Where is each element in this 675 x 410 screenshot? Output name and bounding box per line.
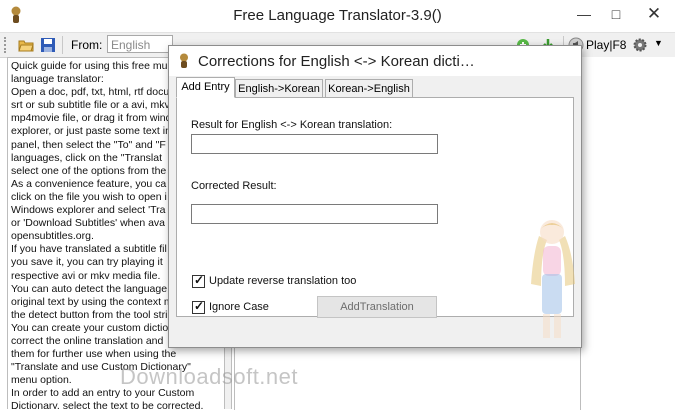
main-titlebar: Free Language Translator-3.9() — □ ✕	[0, 0, 675, 30]
dialog-title: Corrections for English <-> Korean dicti…	[198, 53, 475, 70]
tab-korean-english[interactable]: Korean->English	[325, 79, 413, 98]
save-icon[interactable]	[40, 37, 56, 53]
close-button[interactable]: ✕	[640, 4, 668, 24]
settings-dropdown-arrow[interactable]: ▼	[654, 38, 663, 48]
girl-illustration	[531, 220, 575, 338]
from-language-select[interactable]: English	[107, 35, 173, 53]
ignore-case-checkbox[interactable]: ✓	[192, 299, 205, 314]
open-folder-icon[interactable]	[18, 37, 34, 53]
update-reverse-label[interactable]: Update reverse translation too	[209, 275, 356, 287]
dialog-app-icon	[180, 53, 188, 68]
ignore-case-label[interactable]: Ignore Case	[209, 301, 269, 313]
watermark: Downloadsoft.net	[120, 364, 298, 389]
from-language-value: English	[111, 38, 151, 52]
maximize-button[interactable]: □	[602, 4, 630, 24]
tab-english-korean[interactable]: English->Korean	[235, 79, 323, 98]
checkmark-icon: ✓	[194, 299, 205, 313]
checkmark-icon: ✓	[194, 273, 205, 287]
corrected-result-label: Corrected Result:	[191, 180, 277, 192]
add-entry-tab-page: Result for English <-> Korean translatio…	[176, 97, 575, 338]
from-label: From:	[71, 38, 103, 52]
play-label[interactable]: Play|F8	[586, 38, 626, 52]
add-translation-button[interactable]: AddTranslation	[317, 296, 437, 318]
tab-add-entry[interactable]: Add Entry	[176, 77, 235, 98]
toolbar-grip	[4, 37, 8, 53]
result-textbox[interactable]	[191, 134, 438, 154]
corrected-result-textbox[interactable]	[191, 204, 438, 224]
minimize-button[interactable]: —	[570, 4, 598, 24]
corrections-dialog: Corrections for English <-> Korean dicti…	[168, 45, 582, 348]
dialog-titlebar: Corrections for English <-> Korean dicti…	[169, 46, 581, 76]
result-label: Result for English <-> Korean translatio…	[191, 119, 393, 131]
gear-icon[interactable]	[632, 37, 648, 53]
toolbar-separator	[62, 36, 63, 54]
update-reverse-checkbox[interactable]: ✓	[192, 273, 205, 288]
